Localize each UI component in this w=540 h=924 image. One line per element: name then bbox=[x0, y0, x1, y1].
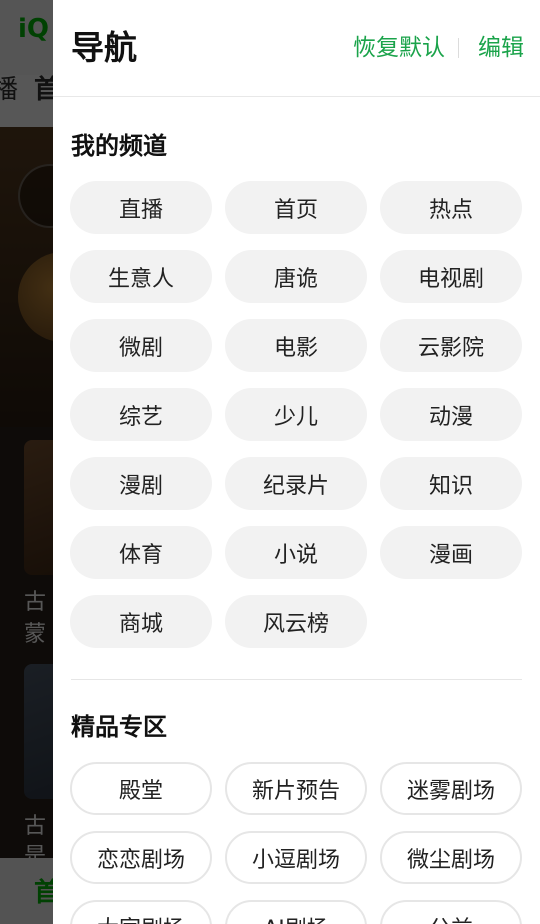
premium-chip[interactable]: 恋恋剧场 bbox=[70, 831, 212, 884]
edit-button[interactable]: 编辑 bbox=[478, 30, 524, 66]
drawer-header: 导航 恢复默认 编辑 bbox=[53, 0, 540, 97]
channel-chip[interactable]: 云影院 bbox=[380, 319, 522, 372]
premium-chip[interactable]: 微尘剧场 bbox=[380, 831, 522, 884]
premium-chip[interactable]: 公益 bbox=[380, 900, 522, 924]
channel-chip[interactable]: 知识 bbox=[380, 457, 522, 510]
header-divider bbox=[458, 38, 459, 58]
channel-chip[interactable]: 电视剧 bbox=[380, 250, 522, 303]
channel-chip[interactable]: 唐诡 bbox=[225, 250, 367, 303]
premium-chip[interactable]: AI剧场 bbox=[225, 900, 367, 924]
premium-chip[interactable]: 小逗剧场 bbox=[225, 831, 367, 884]
premium-chip[interactable]: 大家剧场 bbox=[70, 900, 212, 924]
section-divider bbox=[71, 679, 522, 680]
drawer-title: 导航 bbox=[71, 28, 137, 67]
channel-chip[interactable]: 综艺 bbox=[70, 388, 212, 441]
channel-chip[interactable]: 电影 bbox=[225, 319, 367, 372]
channel-chip[interactable]: 直播 bbox=[70, 181, 212, 234]
my-channels-title: 我的频道 bbox=[71, 132, 167, 160]
premium-zone-title: 精品专区 bbox=[71, 713, 167, 741]
channel-chip[interactable]: 纪录片 bbox=[225, 457, 367, 510]
channel-chip[interactable]: 少儿 bbox=[225, 388, 367, 441]
channel-chip[interactable]: 热点 bbox=[380, 181, 522, 234]
channel-chip[interactable]: 漫剧 bbox=[70, 457, 212, 510]
premium-chip[interactable]: 殿堂 bbox=[70, 762, 212, 815]
premium-chip[interactable]: 迷雾剧场 bbox=[380, 762, 522, 815]
premium-zone-grid: 殿堂 新片预告 迷雾剧场 恋恋剧场 小逗剧场 微尘剧场 大家剧场 AI剧场 公益 bbox=[70, 762, 524, 924]
channel-chip[interactable]: 微剧 bbox=[70, 319, 212, 372]
premium-chip[interactable]: 新片预告 bbox=[225, 762, 367, 815]
my-channels-grid: 直播 首页 热点 生意人 唐诡 电视剧 微剧 电影 云影院 综艺 少儿 动漫 漫… bbox=[70, 181, 524, 648]
channel-chip[interactable]: 商城 bbox=[70, 595, 212, 648]
channel-chip[interactable]: 首页 bbox=[225, 181, 367, 234]
navigation-drawer: 导航 恢复默认 编辑 我的频道 直播 首页 热点 生意人 唐诡 电视剧 微剧 电… bbox=[53, 0, 540, 924]
channel-chip[interactable]: 风云榜 bbox=[225, 595, 367, 648]
channel-chip[interactable]: 漫画 bbox=[380, 526, 522, 579]
reset-default-button[interactable]: 恢复默认 bbox=[353, 30, 445, 66]
channel-chip[interactable]: 体育 bbox=[70, 526, 212, 579]
channel-chip[interactable]: 动漫 bbox=[380, 388, 522, 441]
channel-chip[interactable]: 小说 bbox=[225, 526, 367, 579]
channel-chip[interactable]: 生意人 bbox=[70, 250, 212, 303]
